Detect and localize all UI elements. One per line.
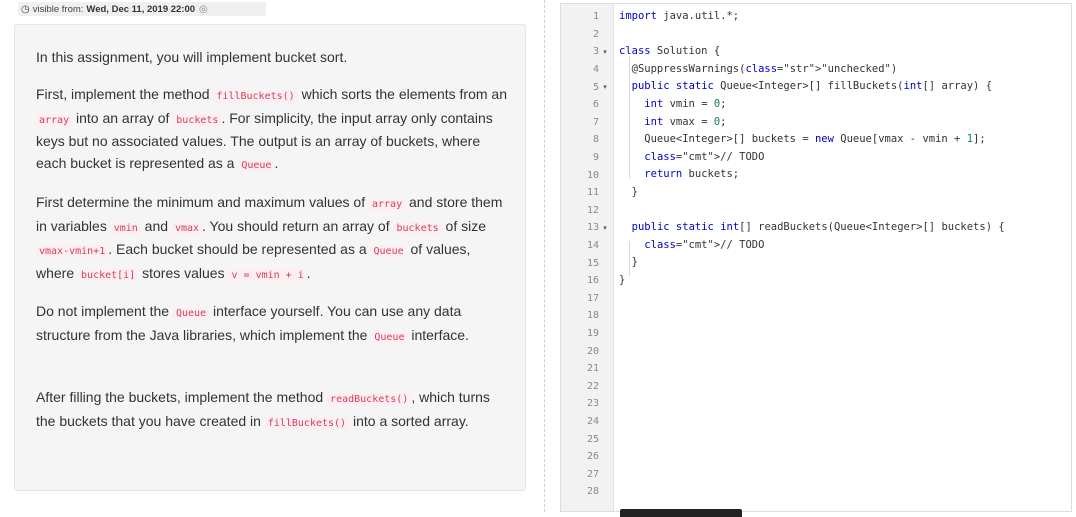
code-line[interactable]: } — [619, 184, 638, 202]
gutter-line: 22 — [561, 378, 1071, 396]
clock-icon: ◷ — [21, 3, 30, 15]
fold-toggle-icon[interactable]: ▾ — [599, 48, 611, 56]
line-number: 5 — [592, 81, 599, 93]
code-line[interactable]: import java.util.*; — [619, 8, 739, 26]
inline-code: buckets — [393, 221, 442, 235]
line-number: 27 — [586, 468, 599, 480]
code-line[interactable]: class="cmt">// TODO — [619, 237, 764, 255]
gutter-line: 25 — [561, 430, 1071, 448]
inline-code: vmax-vmin+1 — [36, 245, 109, 258]
inline-code: v = vmin + i — [228, 268, 307, 282]
line-number: 21 — [586, 363, 599, 375]
gutter-line: 21 — [561, 360, 1071, 378]
inline-code: array — [36, 113, 73, 127]
gutter-line: 27 — [561, 466, 1071, 484]
code-line[interactable]: } — [619, 272, 625, 290]
intro-paragraph: In this assignment, you will implement b… — [36, 49, 348, 65]
line-number: 26 — [586, 451, 599, 463]
line-number: 16 — [586, 275, 599, 287]
gutter-line: 18 — [561, 307, 1071, 325]
inline-code: buckets — [173, 113, 222, 127]
min-max-paragraph: First determine the minimum and maximum … — [36, 194, 503, 282]
indent-guide — [629, 56, 630, 179]
gutter-line: 2 — [561, 26, 1071, 44]
gutter-line: 26 — [561, 448, 1071, 466]
gutter-line: 20 — [561, 342, 1071, 360]
queue-interface-paragraph: Do not implement the Queue interface you… — [36, 303, 469, 344]
line-number: 12 — [586, 204, 599, 216]
line-number: 17 — [586, 292, 599, 304]
line-number: 19 — [586, 328, 599, 340]
inline-code: vmax — [171, 221, 203, 235]
inline-code: array — [369, 198, 406, 211]
code-line[interactable]: int vmax = 0; — [619, 114, 726, 132]
code-line[interactable]: Queue<Integer>[] buckets = new Queue[vma… — [619, 131, 985, 149]
inline-code: Queue — [238, 158, 275, 172]
line-number: 8 — [592, 134, 599, 146]
inline-code: fillBuckets() — [213, 90, 298, 103]
line-number: 15 — [586, 257, 599, 269]
tooltip-edge — [620, 509, 742, 517]
line-number: 22 — [586, 380, 599, 392]
code-line[interactable]: public static Queue<Integer>[] fillBucke… — [619, 78, 992, 96]
line-number: 14 — [586, 240, 599, 252]
line-number: 6 — [592, 99, 599, 111]
line-number: 23 — [586, 398, 599, 410]
line-number: 25 — [586, 433, 599, 445]
visibility-info-bar: ◷ visible from: Wed, Dec 11, 2019 22:00 … — [18, 2, 266, 16]
line-number: 24 — [586, 416, 599, 428]
line-number: 2 — [592, 28, 599, 40]
visibility-date: Wed, Dec 11, 2019 22:00 — [86, 3, 196, 15]
inline-code: Queue — [370, 245, 407, 258]
gutter-line: 23 — [561, 395, 1071, 413]
read-buckets-paragraph: After filling the buckets, implement the… — [36, 389, 490, 430]
inline-code: readBuckets() — [327, 393, 412, 406]
gutter-line: 16 — [561, 272, 1071, 290]
line-number: 7 — [592, 116, 599, 128]
inline-code: Queue — [172, 307, 210, 320]
line-number: 20 — [586, 345, 599, 357]
code-line[interactable]: @SuppressWarnings(class="str">"unchecked… — [619, 61, 898, 79]
line-number: 11 — [586, 187, 599, 199]
gutter-line: 19 — [561, 325, 1071, 343]
line-number: 10 — [586, 169, 599, 181]
inline-code: bucket[i] — [78, 268, 139, 282]
code-line[interactable]: int vmin = 0; — [619, 96, 726, 114]
inline-code: fillBuckets() — [264, 416, 350, 430]
inline-code: Queue — [371, 330, 408, 344]
line-number: 28 — [586, 486, 599, 498]
gutter-line: 28 — [561, 483, 1071, 501]
inline-code: vmin — [110, 221, 141, 235]
gutter-line: 12 — [561, 202, 1071, 220]
code-line[interactable]: public static int[] readBuckets(Queue<In… — [619, 219, 1005, 237]
fold-toggle-icon[interactable]: ▾ — [599, 83, 611, 91]
line-number: 9 — [592, 152, 599, 164]
gutter-line: 17 — [561, 290, 1071, 308]
line-number: 13 — [586, 222, 599, 234]
eye-icon: ◎ — [199, 3, 208, 15]
fill-buckets-paragraph: First, implement the method fillBuckets(… — [36, 86, 507, 172]
code-line[interactable]: return buckets; — [619, 166, 739, 184]
pane-divider[interactable] — [544, 0, 545, 512]
line-number: 3 — [592, 46, 599, 58]
visibility-label: visible from: — [32, 3, 84, 15]
line-number: 4 — [592, 64, 599, 76]
indent-guide — [629, 241, 630, 276]
gutter-line: 24 — [561, 413, 1071, 431]
line-number: 18 — [586, 310, 599, 322]
code-editor[interactable]: 1 2 3 ▾ 4 5 ▾ 6 7 8 9 10 11 12 13 ▾ 14 15 16 17 18 19 20 21 22 23… — [560, 3, 1072, 512]
line-number: 1 — [592, 11, 599, 23]
fold-toggle-icon[interactable]: ▾ — [599, 224, 611, 232]
code-line[interactable]: class Solution { — [619, 43, 720, 61]
code-line[interactable]: class="cmt">// TODO — [619, 149, 764, 167]
